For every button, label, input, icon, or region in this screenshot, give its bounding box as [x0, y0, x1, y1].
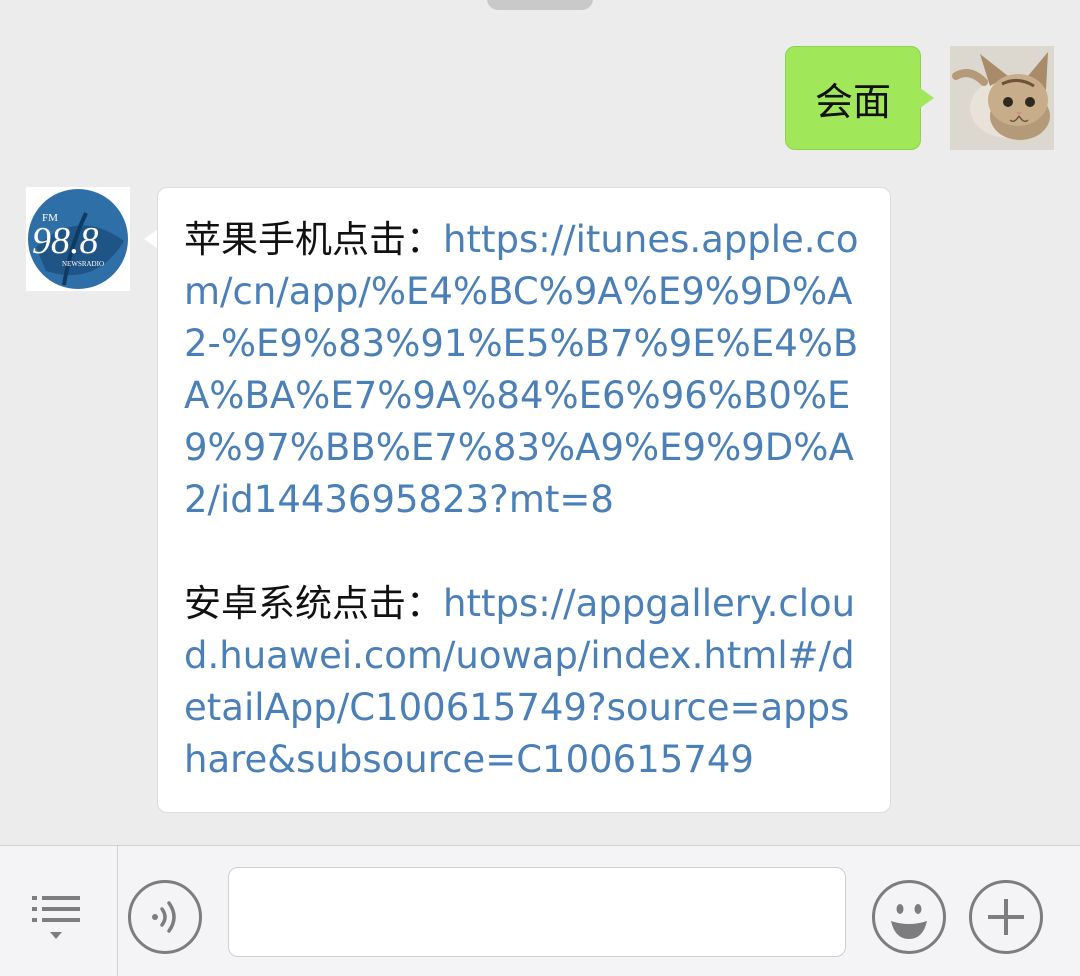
voice-input-button[interactable]	[128, 880, 202, 954]
more-options-button[interactable]	[969, 880, 1043, 954]
cat-avatar-icon[interactable]	[950, 46, 1054, 150]
iphone-link-paragraph: 苹果手机点击：https://itunes.apple.com/cn/app/%…	[184, 214, 870, 526]
message-text-input[interactable]	[228, 867, 846, 957]
radio-98-8-logo-icon[interactable]: FM 98.8 NEWSRADIO	[26, 187, 130, 291]
outgoing-message-text: 会面	[814, 79, 891, 124]
android-link-label: 安卓系统点击：	[184, 582, 443, 625]
incoming-bubble-tail	[144, 229, 158, 249]
iphone-link-label: 苹果手机点击：	[184, 218, 443, 261]
chat-input-bar	[0, 845, 1080, 976]
top-pull-handle	[487, 0, 593, 10]
emoji-button[interactable]	[872, 880, 946, 954]
emoji-smile-icon	[891, 904, 927, 939]
android-link-paragraph: 安卓系统点击：https://appgallery.cloud.huawei.c…	[184, 578, 870, 786]
menu-toggle-button[interactable]	[0, 846, 118, 976]
radio-tagline-text: NEWSRADIO	[62, 260, 104, 268]
menu-list-icon	[32, 896, 80, 939]
itunes-link[interactable]: https://itunes.apple.com/cn/app/%E4%BC%9…	[184, 218, 859, 521]
voice-icon	[152, 901, 176, 933]
plus-icon	[988, 899, 1024, 935]
outgoing-message-bubble[interactable]: 会面	[785, 46, 921, 150]
outgoing-bubble-tail	[920, 88, 934, 108]
radio-frequency-text: 98.8	[32, 220, 99, 262]
incoming-message-bubble[interactable]: 苹果手机点击：https://itunes.apple.com/cn/app/%…	[157, 187, 891, 813]
